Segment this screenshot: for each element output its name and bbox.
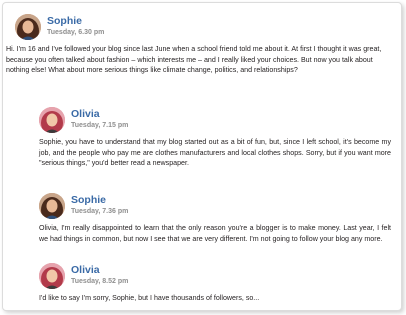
comment-sophie-2: Sophie Tuesday, 7.36 pm Olivia, I'm real… (39, 193, 393, 255)
comment-author[interactable]: Sophie (47, 15, 82, 27)
comment-author[interactable]: Olivia (71, 264, 100, 276)
comment-timestamp: Tuesday, 6.30 pm (47, 29, 105, 36)
comment-timestamp: Tuesday, 8.52 pm (71, 278, 129, 285)
comment-text: Hi. I'm 16 and I've followed your blog s… (6, 45, 382, 74)
comment-author[interactable]: Olivia (71, 108, 100, 120)
blog-comment-thread: Sophie Tuesday, 6.30 pm Hi. I'm 16 and I… (2, 2, 402, 311)
comment-olivia-1: Olivia Tuesday, 7.15 pm Sophie, you have… (39, 107, 393, 179)
sophie-avatar[interactable] (15, 14, 41, 40)
comment-timestamp: Tuesday, 7.15 pm (71, 122, 129, 129)
olivia-avatar[interactable] (39, 107, 65, 133)
comment-timestamp: Tuesday, 7.36 pm (71, 208, 129, 215)
sophie-avatar[interactable] (39, 193, 65, 219)
comment-olivia-2: Olivia Tuesday, 8.52 pm I'd like to say … (39, 263, 393, 307)
comment-author[interactable]: Sophie (71, 194, 106, 206)
comment-sophie-1: Sophie Tuesday, 6.30 pm Hi. I'm 16 and I… (6, 14, 395, 92)
comment-text: Sophie, you have to understand that my b… (39, 138, 391, 167)
comment-text: Olivia, I'm really disappointed to learn… (39, 224, 391, 243)
comment-text: I'd like to say I'm sorry, Sophie, but I… (39, 294, 260, 302)
olivia-avatar[interactable] (39, 263, 65, 289)
